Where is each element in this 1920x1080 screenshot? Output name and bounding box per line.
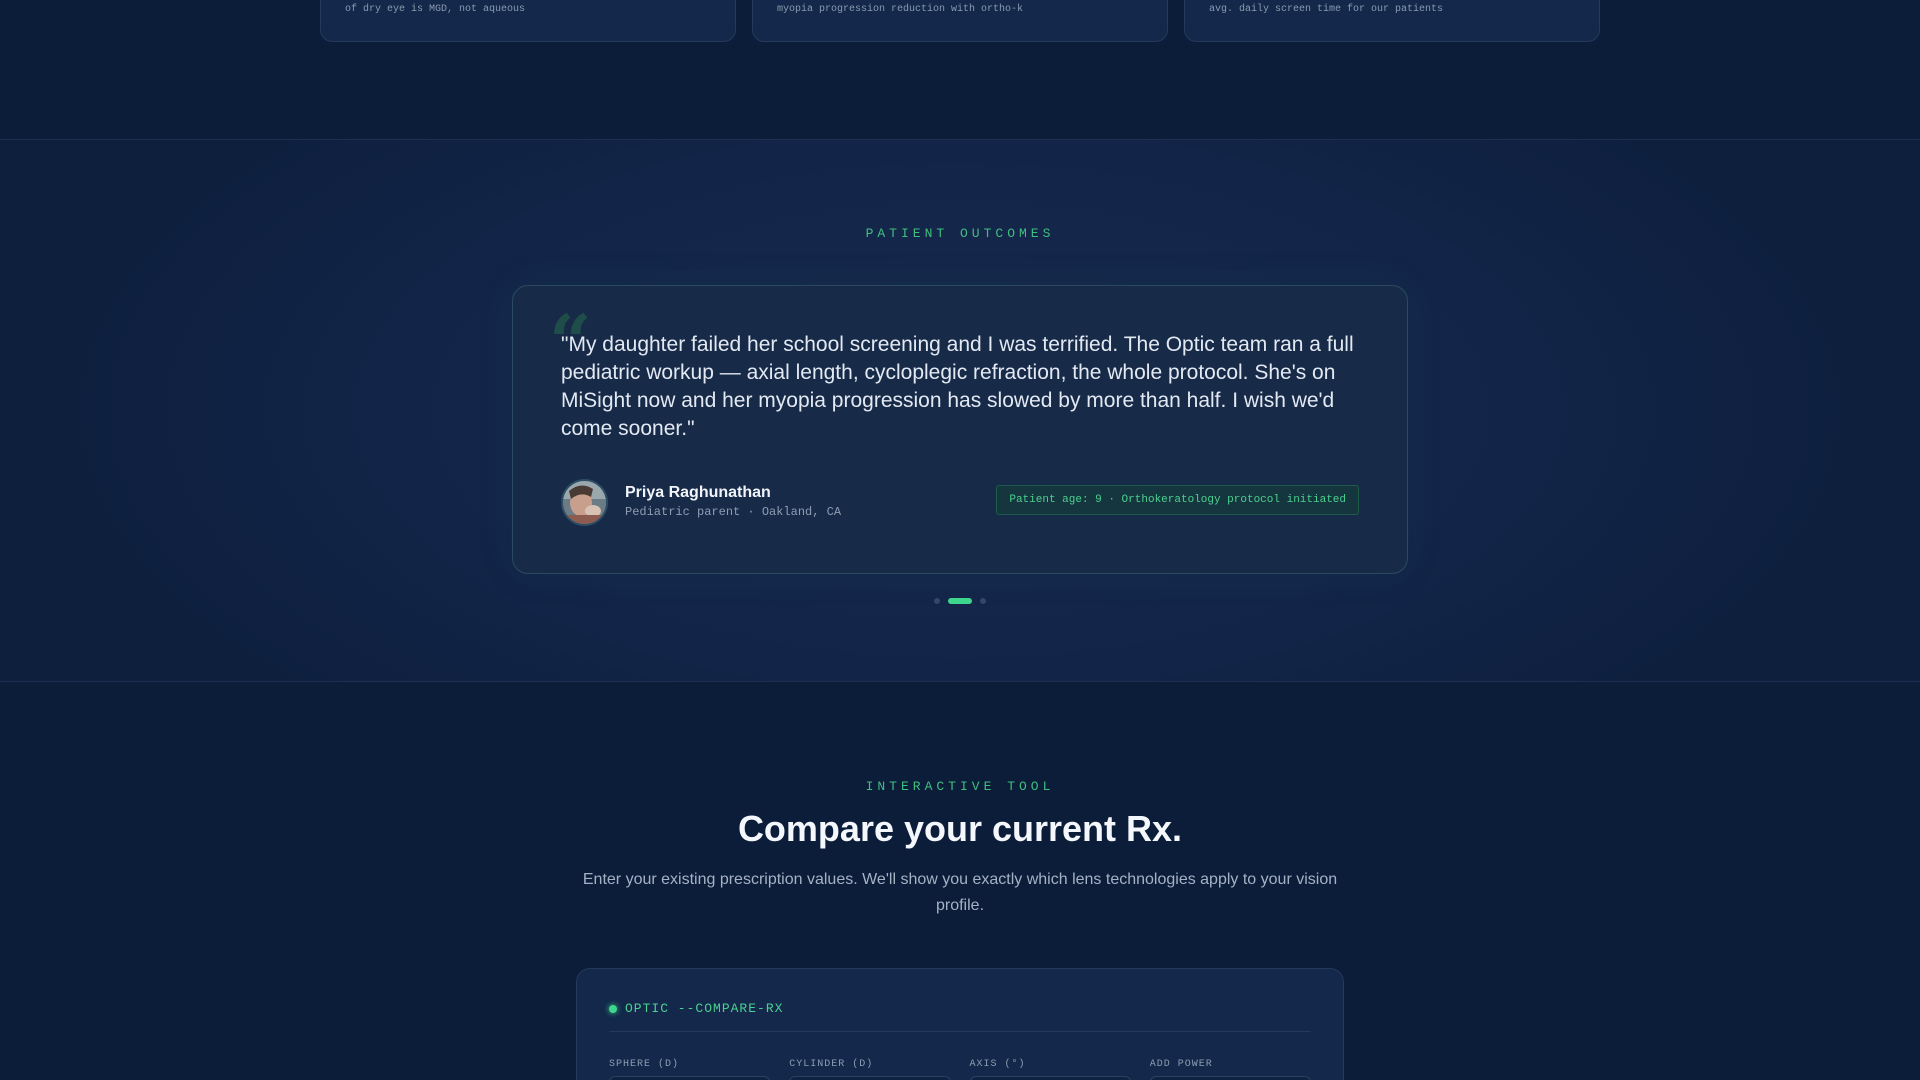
- section-subtitle: Enter your existing prescription values.…: [582, 871, 1338, 914]
- compare-rx-panel: OPTIC --COMPARE-RX SPHERE (D) CYLINDER (…: [576, 968, 1344, 1080]
- carousel-dot-3[interactable]: [980, 598, 986, 604]
- section-title: Compare your current Rx.: [737, 808, 1183, 849]
- stat-card: of dry eye is MGD, not aqueous: [320, 0, 736, 42]
- testimonial-card: “ "My daughter failed her school screeni…: [512, 285, 1408, 574]
- field-label: CYLINDER (D): [789, 1059, 874, 1070]
- cylinder-input[interactable]: [789, 1076, 951, 1080]
- interactive-tool-section: INTERACTIVE TOOL Compare your current Rx…: [0, 682, 1920, 1080]
- rx-fields: SPHERE (D) CYLINDER (D) AXIS (°) ADD POW…: [609, 1059, 1311, 1080]
- author-role: Pediatric parent · Oakland, CA: [625, 505, 842, 519]
- stat-card: avg. daily screen time for our patients: [1184, 0, 1600, 42]
- section-eyebrow: PATIENT OUTCOMES: [865, 226, 1055, 241]
- carousel-dot-2[interactable]: [948, 598, 972, 604]
- status-dot-icon: [609, 1004, 617, 1013]
- patient-tag: Patient age: 9 · Orthokeratology protoco…: [996, 485, 1359, 515]
- divider: [609, 1031, 1311, 1032]
- stats-row: of dry eye is MGD, not aqueous myopia pr…: [320, 0, 1600, 42]
- testimonial-quote: "My daughter failed her school screening…: [561, 333, 1354, 440]
- sphere-field: SPHERE (D): [609, 1059, 771, 1080]
- field-label: SPHERE (D): [609, 1059, 680, 1070]
- panel-title: OPTIC --COMPARE-RX: [625, 1001, 784, 1016]
- stat-card: myopia progression reduction with ortho-…: [752, 0, 1168, 42]
- field-label: AXIS (°): [969, 1059, 1026, 1070]
- add-power-field: ADD POWER: [1149, 1059, 1311, 1080]
- add-power-input[interactable]: [1149, 1076, 1311, 1080]
- axis-field: AXIS (°): [969, 1059, 1131, 1080]
- cylinder-field: CYLINDER (D): [789, 1059, 951, 1080]
- axis-input[interactable]: [969, 1076, 1131, 1080]
- stat-caption: myopia progression reduction with ortho-…: [777, 4, 1024, 15]
- panel-header: OPTIC --COMPARE-RX: [609, 1001, 783, 1016]
- avatar: [561, 479, 608, 526]
- author-name: Priya Raghunathan: [625, 484, 771, 501]
- carousel-dot-1[interactable]: [934, 598, 940, 604]
- section-eyebrow: INTERACTIVE TOOL: [865, 779, 1055, 794]
- sphere-input[interactable]: [609, 1076, 771, 1080]
- stat-caption: of dry eye is MGD, not aqueous: [345, 4, 526, 15]
- avatar-photo: [563, 481, 606, 524]
- stat-caption: avg. daily screen time for our patients: [1209, 4, 1444, 15]
- field-label: ADD POWER: [1149, 1059, 1213, 1070]
- patient-outcomes-section: PATIENT OUTCOMES “ "My daughter failed h…: [0, 139, 1920, 682]
- carousel-dots: [0, 598, 1920, 604]
